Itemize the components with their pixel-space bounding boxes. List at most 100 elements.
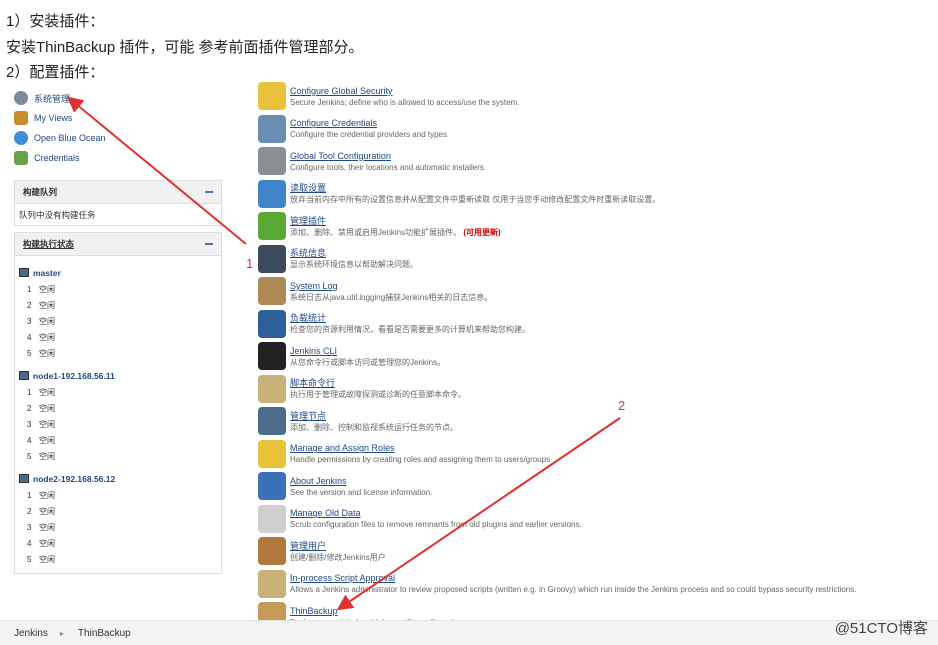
collapse-icon[interactable] [205,243,213,245]
document-icon[interactable] [258,504,286,533]
manage-item-text: About Jenkins See the version and license… [290,475,432,498]
manage-item-desc: Configure tools, their locations and aut… [290,162,486,173]
manage-item: 脚本命令行 执行用于管理或故障探测或诊断的任意脚本命令。 [258,373,928,406]
breadcrumb: Jenkins ▸ ThinBackup [0,620,938,645]
updates-available-badge[interactable]: (可用更新) [463,228,500,237]
slot-status: 空闲 [39,522,55,532]
manage-item: System Log 系统日志从java.util.logging捕获Jenkin… [258,275,928,308]
manage-item: Jenkins CLI 从您命令行或脚本访问或管理您的Jenkins。 [258,340,928,373]
manage-item-desc: 从您命令行或脚本访问或管理您的Jenkins。 [290,357,445,368]
credentials-icon [14,151,28,165]
executor-node[interactable]: node1-192.168.56.11 [15,367,221,384]
watermark: @51CTO博客 [834,620,928,637]
breadcrumb-thinbackup[interactable]: ThinBackup [78,628,131,639]
manage-item-link[interactable]: 负载统计 [290,312,530,324]
manage-item-desc-text: Configure tools, their locations and aut… [290,162,487,172]
lock-icon[interactable] [258,439,286,468]
manage-item-desc: Configure the credential providers and t… [290,129,447,140]
manage-item-link[interactable]: Manage and Assign Roles [290,442,550,454]
manage-item-text: Manage Old Data Scrub configuration files… [290,507,582,530]
computer-icon[interactable] [258,407,286,436]
load-monitor-icon[interactable] [258,309,286,338]
sidebar-item-label: My Views [34,113,73,123]
manage-item-link[interactable]: About Jenkins [290,475,432,487]
manage-item-desc: Handle permissions by creating roles and… [290,454,550,465]
manage-item-link[interactable]: Configure Credentials [290,117,447,129]
build-queue-empty: 队列中没有构建任务 [19,210,96,220]
manage-item-link[interactable]: ThinBackup [290,605,463,617]
manage-item-link[interactable]: 读取设置 [290,182,660,194]
article-step-1-detail: 安装ThinBackup 插件，可能 参考前面插件管理部分。 [6,39,364,56]
sidebar-item-my-views[interactable]: My Views [14,108,224,128]
manage-item-link[interactable]: 脚本命令行 [290,377,466,389]
annotation-label-2: 2 [618,398,626,413]
manage-item-desc: Scrub configuration files to remove remn… [290,519,582,530]
users-icon[interactable] [258,537,286,566]
lock-icon[interactable] [258,82,286,111]
manage-item: Manage Old Data Scrub configuration files… [258,503,928,536]
slot-status: 空闲 [39,300,55,310]
manage-item-desc-text: 系统日志从java.util.logging捕获Jenkins相关的日志信息。 [290,292,493,302]
executor-slot: 2 空闲 [15,400,221,416]
manage-item-link[interactable]: System Log [290,280,492,292]
manage-item-desc-text: Secure Jenkins; define who is allowed to… [290,97,520,107]
node-name: master [33,267,61,278]
manage-item: 读取设置 放弃当前内存中所有的设置信息并从配置文件中重新读取 仅用于当您手动修改配… [258,178,928,211]
sidebar-item-credentials[interactable]: Credentials [14,148,224,168]
manage-item-desc-text: Configure the credential providers and t… [290,130,447,140]
manage-item-desc-text: 创建/删除/修改Jenkins用户 [290,552,386,562]
notepad-icon[interactable] [258,569,286,598]
clipboard-icon[interactable] [258,277,286,306]
slot-status: 空闲 [39,451,55,461]
slot-status: 空闲 [39,435,55,445]
sidebar-tasks: 系统管理 My Views Open Blue Ocean Credential… [14,88,224,168]
executor-slot: 1 空闲 [15,487,221,503]
executor-status-header[interactable]: 构建执行状态 [15,233,221,256]
executor-node[interactable]: node2-192.168.56.12 [15,470,221,487]
manage-item-desc: 检查您的资源利用情况，看看是否需要更多的计算机来帮助您构建。 [290,324,530,335]
manage-item-link[interactable]: 管理插件 [290,215,501,227]
sidebar-item-manage-jenkins[interactable]: 系统管理 [14,88,224,108]
manage-item-link[interactable]: Manage Old Data [290,507,582,519]
node-name: node2-192.168.56.12 [33,473,116,484]
breadcrumb-jenkins[interactable]: Jenkins [14,628,48,639]
slot-number: 1 [27,387,32,397]
slot-number: 4 [27,332,32,342]
build-queue-header[interactable]: 构建队列 [15,181,221,204]
manage-item-link[interactable]: 系统信息 [290,247,418,259]
terminal-icon[interactable] [258,342,286,371]
manage-item-desc-text: 添加、删除、禁用或启用Jenkins功能扩展插件。 [290,227,462,237]
manage-item: Configure Credentials Configure the crede… [258,113,928,146]
tools-icon[interactable] [258,147,286,176]
executor-slot: 3 空闲 [15,416,221,432]
collapse-icon[interactable] [205,191,213,193]
puzzle-icon[interactable] [258,212,286,241]
executor-node[interactable]: master [15,264,221,281]
executor-slot: 2 空闲 [15,297,221,313]
annotation-label-1: 1 [246,256,254,271]
manage-item: About Jenkins See the version and license… [258,470,928,503]
manage-item-link[interactable]: Global Tool Configuration [290,150,486,162]
manage-item-link[interactable]: 管理用户 [290,540,386,552]
credentials-icon[interactable] [258,114,286,143]
reload-icon[interactable] [258,179,286,208]
manage-item-text: 系统信息 显示系统环境信息以帮助解决问题。 [290,247,418,270]
manage-item-desc-text: 检查您的资源利用情况，看看是否需要更多的计算机来帮助您构建。 [290,325,530,335]
executor-slot: 3 空闲 [15,313,221,329]
slot-number: 4 [27,435,32,445]
monitor-icon[interactable] [258,244,286,273]
help-icon[interactable] [258,472,286,501]
manage-item-link[interactable]: 管理节点 [290,410,458,422]
executor-slot: 2 空闲 [15,503,221,519]
manage-item-link[interactable]: In-process Script Approval [290,572,856,584]
sidebar-item-blue-ocean[interactable]: Open Blue Ocean [14,128,224,148]
manage-item-text: System Log 系统日志从java.util.logging捕获Jenkin… [290,280,492,303]
manage-item-link[interactable]: Jenkins CLI [290,345,445,357]
executor-slot: 1 空闲 [15,384,221,400]
computer-icon [19,474,29,483]
manage-item-desc-text: 显示系统环境信息以帮助解决问题。 [290,260,418,270]
slot-number: 2 [27,300,32,310]
notepad-icon[interactable] [258,374,286,403]
manage-item-link[interactable]: Configure Global Security [290,85,519,97]
slot-number: 1 [27,284,32,294]
